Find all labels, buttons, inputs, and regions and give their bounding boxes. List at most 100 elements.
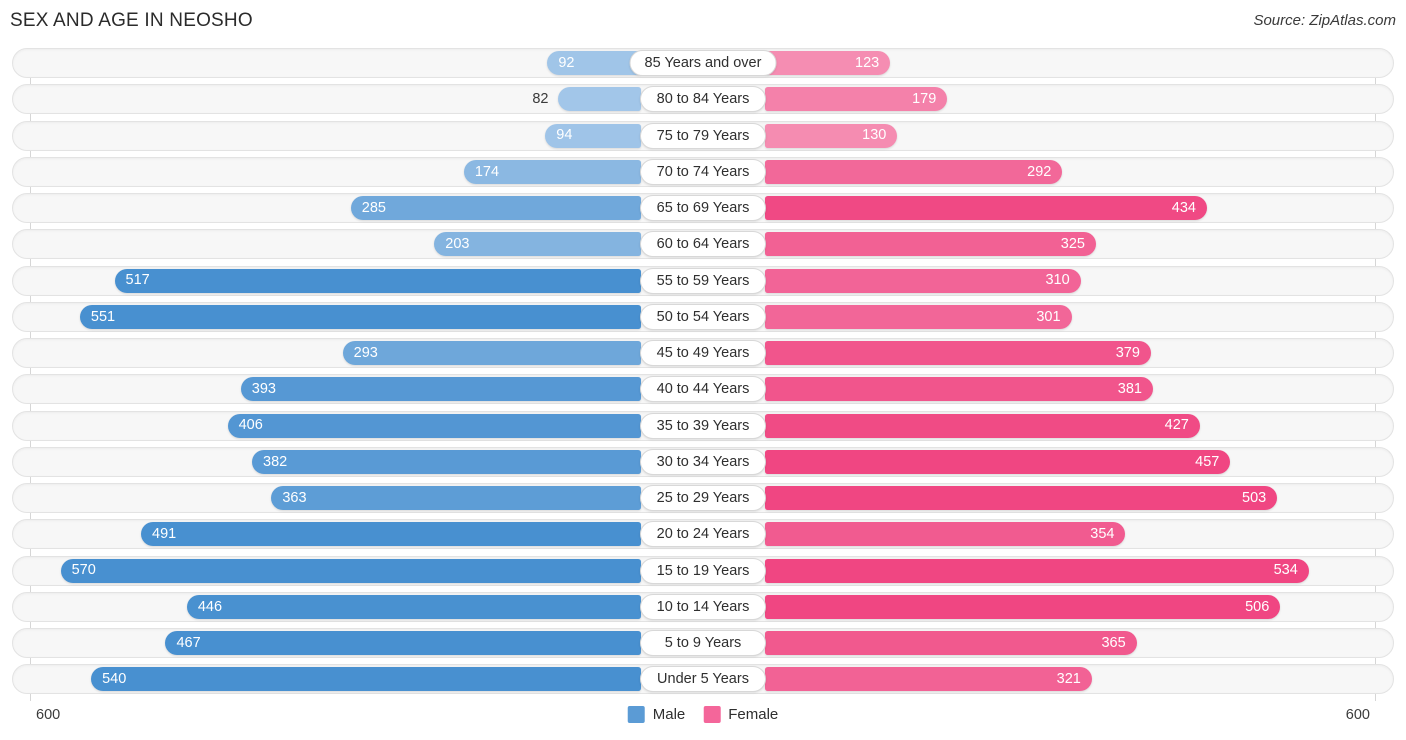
age-group-label[interactable]: 30 to 34 Years bbox=[640, 448, 766, 475]
age-group-label[interactable]: 85 Years and over bbox=[629, 50, 777, 76]
male-bar[interactable]: 393 bbox=[240, 377, 641, 402]
male-value-label: 517 bbox=[125, 272, 150, 289]
male-half: 467 bbox=[30, 626, 641, 660]
age-group-label[interactable]: 40 to 44 Years bbox=[640, 376, 766, 403]
male-value-label: 94 bbox=[556, 127, 573, 144]
legend-item-male[interactable]: Male bbox=[627, 706, 685, 723]
female-value-label: 354 bbox=[1090, 526, 1115, 542]
male-bar[interactable]: 540 bbox=[91, 667, 641, 692]
legend-label-female: Female bbox=[728, 706, 779, 723]
female-bar[interactable]: 381 bbox=[765, 377, 1153, 402]
age-group-label[interactable]: 80 to 84 Years bbox=[640, 86, 766, 113]
male-bar[interactable]: 446 bbox=[186, 594, 641, 619]
male-bar[interactable]: 517 bbox=[114, 268, 641, 293]
chart-row[interactable]: 382 457 30 to 34 Years bbox=[0, 445, 1406, 479]
age-group-label[interactable]: 10 to 14 Years bbox=[640, 593, 766, 620]
female-bar[interactable]: 123 bbox=[765, 51, 891, 75]
age-group-label[interactable]: 15 to 19 Years bbox=[640, 557, 766, 584]
age-group-label[interactable]: 5 to 9 Years bbox=[640, 630, 766, 656]
female-value-label: 310 bbox=[1045, 272, 1070, 289]
male-value-label: 467 bbox=[176, 634, 201, 651]
age-group-label[interactable]: 50 to 54 Years bbox=[640, 303, 766, 330]
age-group-label[interactable]: 75 to 79 Years bbox=[640, 122, 766, 149]
female-bar[interactable]: 379 bbox=[765, 341, 1151, 365]
chart-row[interactable]: 540 321 Under 5 Years bbox=[0, 662, 1406, 696]
chart-row[interactable]: 203 325 60 to 64 Years bbox=[0, 227, 1406, 261]
female-half: 301 bbox=[765, 300, 1376, 334]
female-value-label: 321 bbox=[1056, 671, 1081, 687]
legend-item-female[interactable]: Female bbox=[703, 706, 778, 723]
chart-row[interactable]: 82 179 80 to 84 Years bbox=[0, 82, 1406, 116]
age-group-label[interactable]: Under 5 Years bbox=[640, 666, 766, 693]
female-bar[interactable]: 130 bbox=[765, 123, 898, 148]
chart-row[interactable]: 570 534 15 to 19 Years bbox=[0, 554, 1406, 588]
female-bar[interactable]: 354 bbox=[765, 522, 1126, 547]
chart-row[interactable]: 285 434 65 to 69 Years bbox=[0, 191, 1406, 225]
plot-area: 92 123 85 Years and over 82 179 80 to 84 Year… bbox=[0, 46, 1406, 701]
female-bar[interactable]: 365 bbox=[765, 631, 1137, 655]
age-group-label[interactable]: 25 to 29 Years bbox=[640, 485, 766, 511]
male-half: 551 bbox=[30, 300, 641, 334]
chart-row[interactable]: 94 130 75 to 79 Years bbox=[0, 119, 1406, 153]
female-bar[interactable]: 457 bbox=[765, 449, 1231, 474]
male-bar[interactable]: 285 bbox=[350, 196, 641, 220]
male-value-label: 363 bbox=[282, 489, 307, 506]
male-bar[interactable]: 406 bbox=[227, 413, 641, 438]
female-bar[interactable]: 506 bbox=[765, 594, 1281, 619]
female-half: 506 bbox=[765, 590, 1376, 624]
female-bar[interactable]: 434 bbox=[765, 196, 1207, 220]
female-half: 379 bbox=[765, 336, 1376, 370]
chart-row[interactable]: 406 427 35 to 39 Years bbox=[0, 409, 1406, 443]
male-bar[interactable]: 363 bbox=[271, 486, 641, 510]
male-bar[interactable]: 491 bbox=[141, 522, 641, 547]
chart-row[interactable]: 491 354 20 to 24 Years bbox=[0, 517, 1406, 551]
female-half: 365 bbox=[765, 626, 1376, 660]
female-bar[interactable]: 534 bbox=[765, 558, 1309, 583]
chart-row[interactable]: 363 503 25 to 29 Years bbox=[0, 481, 1406, 515]
chart-row[interactable]: 551 301 50 to 54 Years bbox=[0, 300, 1406, 334]
age-group-label[interactable]: 45 to 49 Years bbox=[640, 340, 766, 366]
age-group-label[interactable]: 65 to 69 Years bbox=[640, 195, 766, 221]
chart-row[interactable]: 393 381 40 to 44 Years bbox=[0, 372, 1406, 406]
male-value-label: 393 bbox=[251, 381, 276, 397]
female-bar[interactable]: 301 bbox=[765, 304, 1072, 329]
age-group-label[interactable]: 60 to 64 Years bbox=[640, 231, 766, 258]
female-half: 457 bbox=[765, 445, 1376, 479]
female-bar[interactable]: 321 bbox=[765, 667, 1092, 692]
male-bar[interactable]: 94 bbox=[545, 123, 641, 148]
male-bar[interactable]: 570 bbox=[60, 558, 641, 583]
age-group-label[interactable]: 20 to 24 Years bbox=[640, 521, 766, 548]
chart-legend: Male Female bbox=[627, 706, 778, 723]
axis-tick-right: 600 bbox=[1345, 707, 1370, 723]
male-bar[interactable]: 551 bbox=[79, 304, 641, 329]
male-bar[interactable] bbox=[557, 87, 641, 112]
age-group-label[interactable]: 55 to 59 Years bbox=[640, 267, 766, 294]
male-bar[interactable]: 382 bbox=[252, 449, 641, 474]
male-bar[interactable]: 174 bbox=[463, 159, 641, 184]
female-value-label: 179 bbox=[912, 91, 937, 107]
population-pyramid-chart: SEX AND AGE IN NEOSHO Source: ZipAtlas.c… bbox=[0, 0, 1406, 740]
chart-row[interactable]: 92 123 85 Years and over bbox=[0, 46, 1406, 80]
chart-row[interactable]: 467 365 5 to 9 Years bbox=[0, 626, 1406, 660]
chart-row[interactable]: 293 379 45 to 49 Years bbox=[0, 336, 1406, 370]
female-half: 130 bbox=[765, 119, 1376, 153]
chart-row[interactable]: 174 292 70 to 74 Years bbox=[0, 155, 1406, 189]
male-bar[interactable]: 203 bbox=[434, 232, 641, 257]
chart-row[interactable]: 517 310 55 to 59 Years bbox=[0, 264, 1406, 298]
chart-row[interactable]: 446 506 10 to 14 Years bbox=[0, 590, 1406, 624]
male-half: 203 bbox=[30, 227, 641, 261]
male-bar[interactable]: 293 bbox=[342, 341, 641, 365]
age-group-label[interactable]: 35 to 39 Years bbox=[640, 412, 766, 439]
male-half: 491 bbox=[30, 517, 641, 551]
female-bar[interactable]: 503 bbox=[765, 486, 1278, 510]
female-bar[interactable]: 325 bbox=[765, 232, 1096, 257]
female-bar[interactable]: 427 bbox=[765, 413, 1200, 438]
male-bar[interactable]: 92 bbox=[547, 51, 641, 75]
female-bar[interactable]: 310 bbox=[765, 268, 1081, 293]
male-bar[interactable]: 467 bbox=[165, 631, 641, 655]
female-half: 321 bbox=[765, 662, 1376, 696]
male-half: 285 bbox=[30, 191, 641, 225]
age-group-label[interactable]: 70 to 74 Years bbox=[640, 158, 766, 185]
female-bar[interactable]: 292 bbox=[765, 159, 1063, 184]
female-bar[interactable]: 179 bbox=[765, 87, 948, 112]
